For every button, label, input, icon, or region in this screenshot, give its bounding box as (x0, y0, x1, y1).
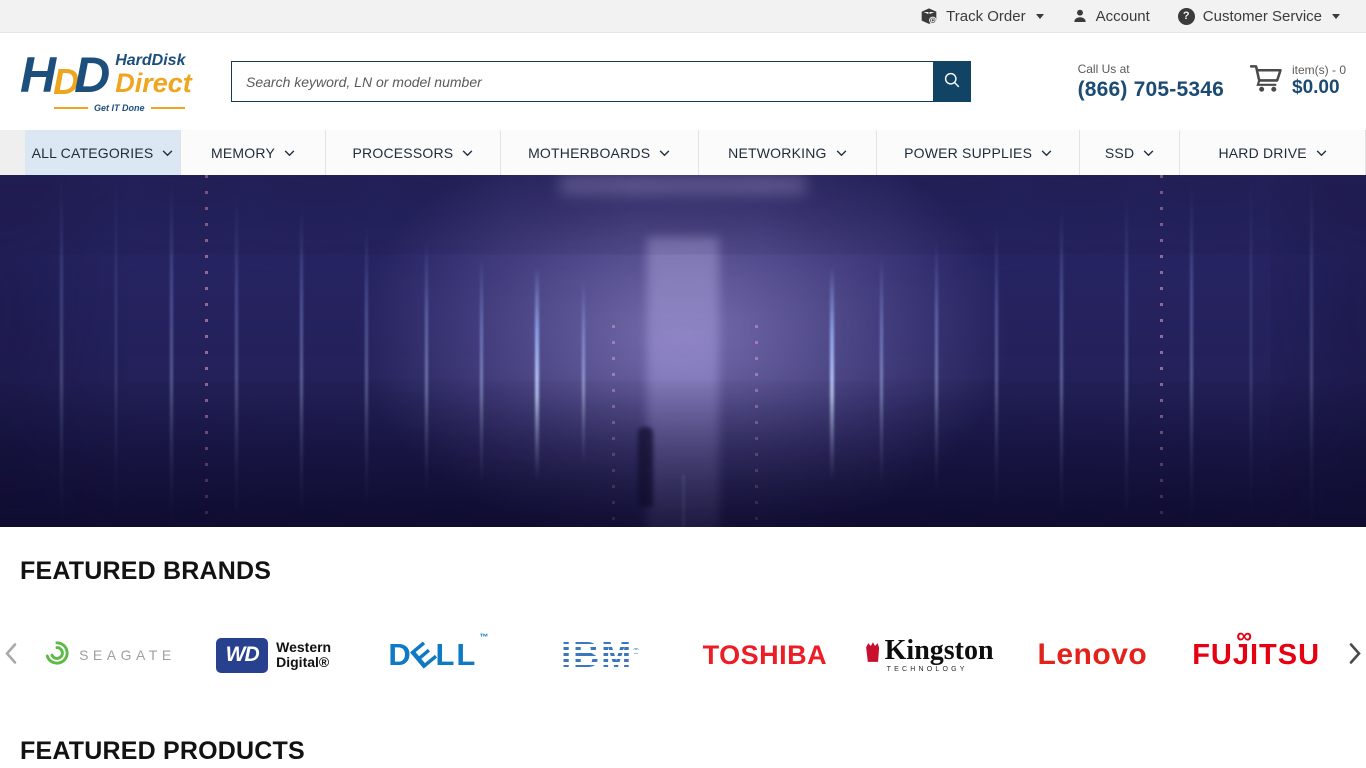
hero-banner-image (0, 175, 1366, 527)
chevron-down-icon (659, 150, 670, 157)
seagate-spiral-icon (44, 640, 70, 671)
carousel-prev-button[interactable] (2, 641, 20, 670)
nav-power-supplies[interactable]: POWER SUPPLIES (876, 130, 1079, 175)
featured-products-heading: FEATURED PRODUCTS (0, 737, 1366, 766)
chevron-left-icon (4, 643, 18, 665)
search-input[interactable] (231, 61, 933, 102)
call-us-label: Call Us at (1078, 62, 1224, 76)
fujitsu-infinity-icon: ∞ (1236, 623, 1253, 649)
cart-total: $0.00 (1292, 77, 1346, 100)
nav-hard-drive[interactable]: HARD DRIVE (1179, 130, 1366, 175)
carousel-next-button[interactable] (1346, 641, 1364, 670)
chevron-down-icon (162, 150, 173, 157)
brand-toshiba[interactable]: TOSHIBA (683, 640, 847, 671)
help-icon: ? (1178, 8, 1195, 25)
logo-mark: HDD (20, 50, 105, 100)
brand-kingston[interactable]: Kingston TECHNOLOGY (847, 637, 1011, 673)
chevron-down-icon (836, 150, 847, 157)
search-bar (231, 61, 971, 102)
chevron-down-icon (462, 150, 473, 157)
caret-down-icon (1036, 14, 1044, 19)
search-button[interactable] (933, 61, 971, 102)
phone-number: (866) 705-5346 (1078, 78, 1224, 102)
account-menu[interactable]: Account (1072, 8, 1150, 25)
brand-dell[interactable]: DELL™ (356, 637, 520, 673)
brand-fujitsu[interactable]: ∞FUJITSU (1174, 639, 1338, 672)
customer-service-label: Customer Service (1203, 8, 1322, 25)
brand-ibm[interactable]: IBM® (519, 637, 683, 673)
nav-processors[interactable]: PROCESSORS (325, 130, 500, 175)
customer-service-menu[interactable]: ? Customer Service (1178, 8, 1340, 25)
cart-icon (1250, 63, 1283, 98)
featured-products-section: FEATURED PRODUCTS (0, 690, 1366, 766)
track-order-icon (920, 8, 938, 25)
nav-spacer (0, 130, 25, 175)
account-icon (1072, 8, 1088, 24)
brand-western-digital[interactable]: WD Western Digital® (192, 638, 356, 673)
brand-seagate[interactable]: SEAGATE (28, 640, 192, 671)
kingston-crown-icon (864, 640, 881, 670)
main-header: HDD HardDisk Direct Get IT Done Call Us … (0, 33, 1366, 130)
nav-motherboards[interactable]: MOTHERBOARDS (500, 130, 698, 175)
brand-lenovo[interactable]: Lenovo (1011, 638, 1175, 672)
chevron-down-icon (1041, 150, 1052, 157)
featured-brands-section: FEATURED BRANDS SEAGATE WD Western Digit… (0, 527, 1366, 690)
wd-badge-icon: WD (216, 638, 268, 673)
utility-bar: Track Order Account ? Customer Service (0, 0, 1366, 33)
cart-count: item(s) - 0 (1292, 63, 1346, 77)
nav-memory[interactable]: MEMORY (180, 130, 325, 175)
chevron-down-icon (1143, 150, 1154, 157)
logo-text: HardDisk Direct (115, 53, 192, 97)
featured-brands-heading: FEATURED BRANDS (0, 557, 1366, 586)
nav-networking[interactable]: NETWORKING (698, 130, 877, 175)
nav-all-categories[interactable]: ALL CATEGORIES (25, 130, 180, 175)
logo-tagline: Get IT Done (20, 103, 205, 113)
track-order-menu[interactable]: Track Order (920, 8, 1043, 25)
chevron-down-icon (284, 150, 295, 157)
cart-button[interactable]: item(s) - 0 $0.00 (1250, 63, 1346, 100)
site-logo[interactable]: HDD HardDisk Direct Get IT Done (20, 50, 205, 113)
call-us-block: Call Us at (866) 705-5346 (1078, 62, 1224, 102)
category-nav: ALL CATEGORIES MEMORY PROCESSORS MOTHERB… (0, 130, 1366, 175)
nav-ssd[interactable]: SSD (1079, 130, 1179, 175)
account-label: Account (1096, 8, 1150, 25)
track-order-label: Track Order (946, 8, 1025, 25)
chevron-down-icon (1316, 150, 1327, 157)
search-icon (942, 70, 962, 93)
caret-down-icon (1332, 14, 1340, 19)
chevron-right-icon (1348, 643, 1362, 665)
brand-carousel: SEAGATE WD Western Digital® DELL™ IBM® T… (0, 620, 1366, 690)
